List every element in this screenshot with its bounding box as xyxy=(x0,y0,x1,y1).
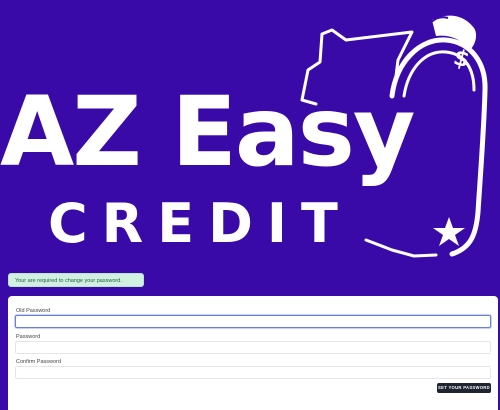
password-label: Password xyxy=(16,334,41,340)
confirm-password-input[interactable] xyxy=(15,366,491,379)
old-password-input[interactable] xyxy=(15,315,491,328)
set-password-button[interactable]: SET YOUR PASSWORD xyxy=(437,383,491,393)
logo-text-credit: CREDIT xyxy=(48,192,352,255)
site-logo: $ AZ Easy CREDIT xyxy=(0,0,500,270)
logo-text-az-easy: AZ Easy xyxy=(0,76,415,188)
confirm-password-label: Confirm Password xyxy=(16,359,61,365)
old-password-label: Old Password xyxy=(16,308,51,314)
password-input[interactable] xyxy=(15,341,491,354)
star-icon xyxy=(433,217,465,246)
change-password-form: Old Password Password Confirm Password S… xyxy=(8,296,498,410)
alert-message: Your are required to change your passwor… xyxy=(15,278,122,284)
password-change-alert: Your are required to change your passwor… xyxy=(8,273,144,287)
